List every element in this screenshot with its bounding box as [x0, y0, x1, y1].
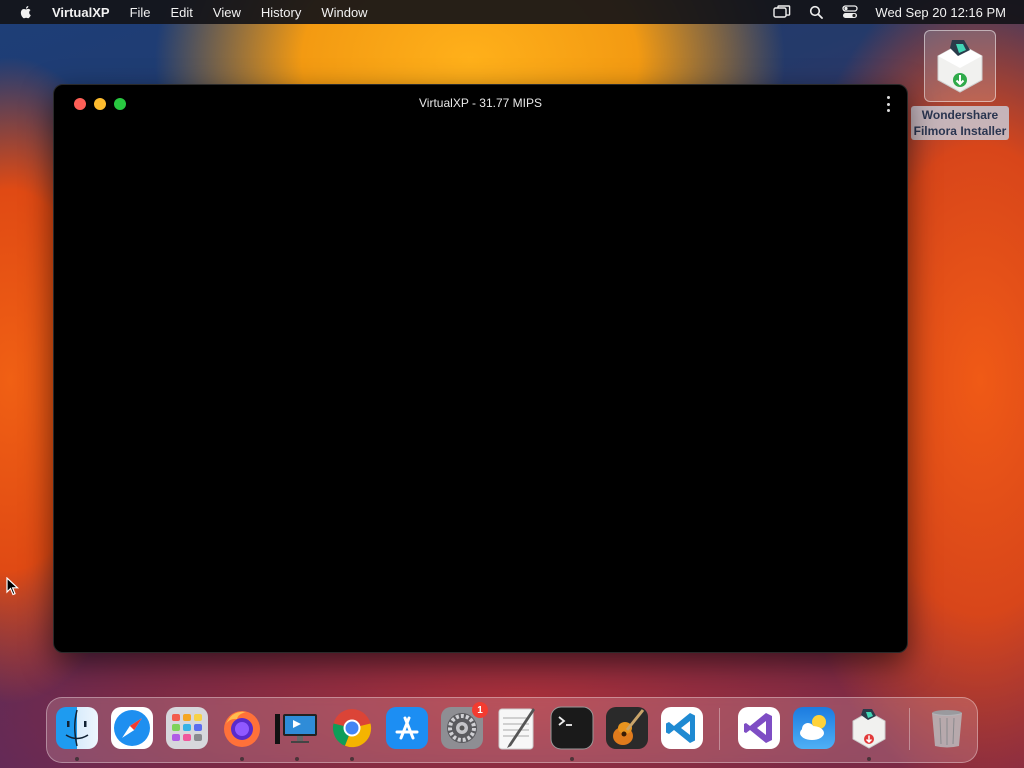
mouse-cursor-icon	[6, 577, 20, 596]
dock-finder[interactable]	[55, 706, 99, 750]
emulator-display[interactable]	[54, 123, 907, 652]
desktop-icon-label-line2: Filmora Installer	[913, 124, 1007, 138]
filmora-installer-icon	[852, 709, 886, 749]
weather-icon	[793, 707, 835, 749]
dock-visual-studio[interactable]	[737, 706, 781, 750]
virtualxp-window[interactable]: VirtualXP - 31.77 MIPS	[53, 84, 908, 653]
desktop-icon-filmora-installer[interactable]: Wondershare Filmora Installer	[908, 30, 1012, 140]
screen-mirror-icon[interactable]	[773, 4, 791, 20]
dock-filmora-installer[interactable]	[847, 706, 891, 750]
dock-terminal[interactable]	[550, 706, 594, 750]
notification-badge: 1	[472, 702, 488, 718]
menu-app-name[interactable]: VirtualXP	[52, 5, 110, 20]
dock: 1	[46, 697, 978, 763]
garageband-icon	[606, 707, 648, 749]
search-icon[interactable]	[807, 4, 825, 20]
window-title: VirtualXP - 31.77 MIPS	[419, 96, 542, 110]
finder-icon	[56, 707, 98, 749]
more-options-icon[interactable]	[883, 96, 893, 112]
dock-separator	[719, 708, 720, 750]
terminal-icon	[550, 706, 594, 750]
menu-bar: VirtualXP File Edit View History Window …	[0, 0, 1024, 24]
filmora-installer-icon	[924, 30, 996, 102]
textedit-icon	[498, 708, 535, 750]
safari-icon	[111, 707, 153, 749]
app-store-icon	[386, 707, 428, 749]
dock-firefox[interactable]	[220, 706, 264, 750]
menu-history[interactable]: History	[261, 5, 301, 20]
menu-window[interactable]: Window	[321, 5, 367, 20]
menu-bar-tray: Wed Sep 20 12:16 PM	[773, 0, 1006, 24]
dock-launchpad[interactable]	[165, 706, 209, 750]
dock-trash[interactable]	[925, 706, 969, 750]
desktop-icon-label: Wondershare Filmora Installer	[910, 106, 1010, 140]
dock-safari[interactable]	[110, 706, 154, 750]
trash-icon	[932, 710, 962, 748]
apple-menu-icon[interactable]	[18, 4, 34, 20]
menu-bar-clock[interactable]: Wed Sep 20 12:16 PM	[875, 5, 1006, 20]
dock-remote-desktop[interactable]	[275, 706, 319, 750]
dock-weather[interactable]	[792, 706, 836, 750]
dock-separator	[909, 708, 910, 750]
firefox-icon	[224, 711, 260, 747]
visual-studio-icon	[738, 707, 780, 749]
window-titlebar[interactable]: VirtualXP - 31.77 MIPS	[54, 85, 907, 123]
dock-vscode[interactable]	[660, 706, 704, 750]
menu-file[interactable]: File	[130, 5, 151, 20]
menu-edit[interactable]: Edit	[171, 5, 193, 20]
dock-garageband[interactable]	[605, 706, 649, 750]
menu-view[interactable]: View	[213, 5, 241, 20]
desktop-icon-label-line1: Wondershare	[921, 108, 999, 122]
control-center-icon[interactable]	[841, 4, 859, 20]
launchpad-icon	[166, 707, 208, 749]
remote-desktop-icon	[275, 714, 317, 744]
chrome-icon	[332, 709, 372, 748]
dock-textedit[interactable]	[495, 706, 539, 750]
dock-system-settings[interactable]: 1	[440, 702, 488, 750]
dock-chrome[interactable]	[330, 706, 374, 750]
vscode-icon	[661, 707, 703, 749]
dock-app-store[interactable]	[385, 706, 429, 750]
